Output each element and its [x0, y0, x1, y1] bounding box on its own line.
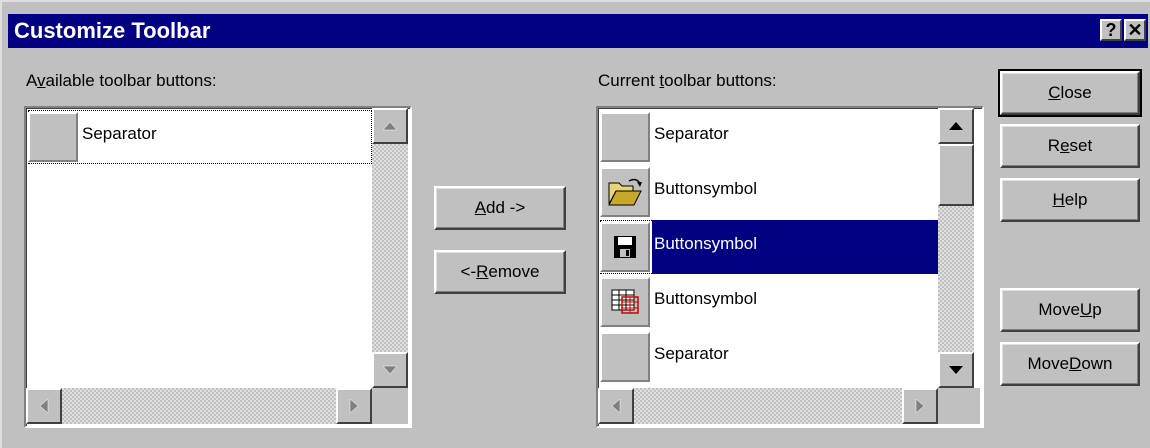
- current-scroll-up-button[interactable]: [938, 108, 974, 144]
- arrow-down-icon: [949, 366, 963, 374]
- available-scroll-right-button[interactable]: [336, 388, 372, 424]
- arrow-down-icon: [382, 365, 398, 375]
- arrow-left-icon: [39, 398, 49, 414]
- move-up-button[interactable]: Move Up: [1000, 288, 1140, 332]
- title-bar[interactable]: Customize Toolbar ? ✕: [8, 14, 1148, 48]
- current-hscroll-track[interactable]: [598, 388, 938, 424]
- list-item[interactable]: Separator: [28, 110, 372, 164]
- remove-button[interactable]: <- Remove: [434, 250, 566, 294]
- help-button[interactable]: Help: [1000, 178, 1140, 222]
- arrow-up-icon: [949, 122, 963, 130]
- list-item[interactable]: Buttonsymbol: [600, 220, 938, 274]
- list-item[interactable]: Buttonsymbol: [600, 275, 938, 329]
- list-item[interactable]: Separator: [600, 110, 938, 164]
- separator-icon: [28, 112, 78, 162]
- arrow-right-icon: [349, 398, 359, 414]
- separator-icon: [600, 332, 650, 382]
- current-scroll-down-button[interactable]: [938, 352, 974, 388]
- help-title-button[interactable]: ?: [1100, 19, 1122, 41]
- list-item[interactable]: Separator: [600, 330, 938, 384]
- current-buttons-label: Current toolbar buttons:: [598, 71, 777, 90]
- scroll-corner: [938, 388, 980, 424]
- customize-toolbar-dialog: Customize Toolbar ? ✕ Available toolbar …: [0, 0, 1150, 448]
- available-buttons-list[interactable]: Separator: [24, 106, 412, 428]
- available-scroll-left-button[interactable]: [26, 388, 62, 424]
- current-scroll-left-button[interactable]: [598, 388, 634, 424]
- available-scroll-up-button[interactable]: [372, 108, 408, 144]
- available-buttons-label: Available toolbar buttons:: [26, 71, 217, 90]
- available-scroll-down-button[interactable]: [372, 352, 408, 388]
- move-down-button[interactable]: Move Down: [1000, 342, 1140, 386]
- arrow-left-icon: [611, 398, 621, 414]
- scroll-corner: [372, 388, 408, 424]
- floppy-disk-icon: [614, 236, 636, 258]
- current-buttons-list[interactable]: Separator Buttonsymbol Buttonsymbol Butt…: [596, 106, 984, 428]
- list-item[interactable]: Buttonsymbol: [600, 165, 938, 219]
- close-button[interactable]: Close: [998, 69, 1142, 117]
- window-title: Customize Toolbar: [14, 18, 211, 43]
- table-grid-icon: [611, 289, 639, 314]
- close-title-button[interactable]: ✕: [1124, 19, 1146, 41]
- arrow-up-icon: [382, 121, 398, 131]
- current-scroll-thumb[interactable]: [938, 144, 974, 206]
- current-scroll-right-button[interactable]: [902, 388, 938, 424]
- available-hscroll-track[interactable]: [26, 388, 372, 424]
- arrow-right-icon: [915, 398, 925, 414]
- reset-button[interactable]: Re set: [1000, 124, 1140, 168]
- separator-icon: [600, 112, 650, 162]
- add-button[interactable]: Add ->: [434, 186, 566, 230]
- available-vscroll-track[interactable]: [372, 108, 408, 388]
- open-folder-icon: [608, 178, 642, 206]
